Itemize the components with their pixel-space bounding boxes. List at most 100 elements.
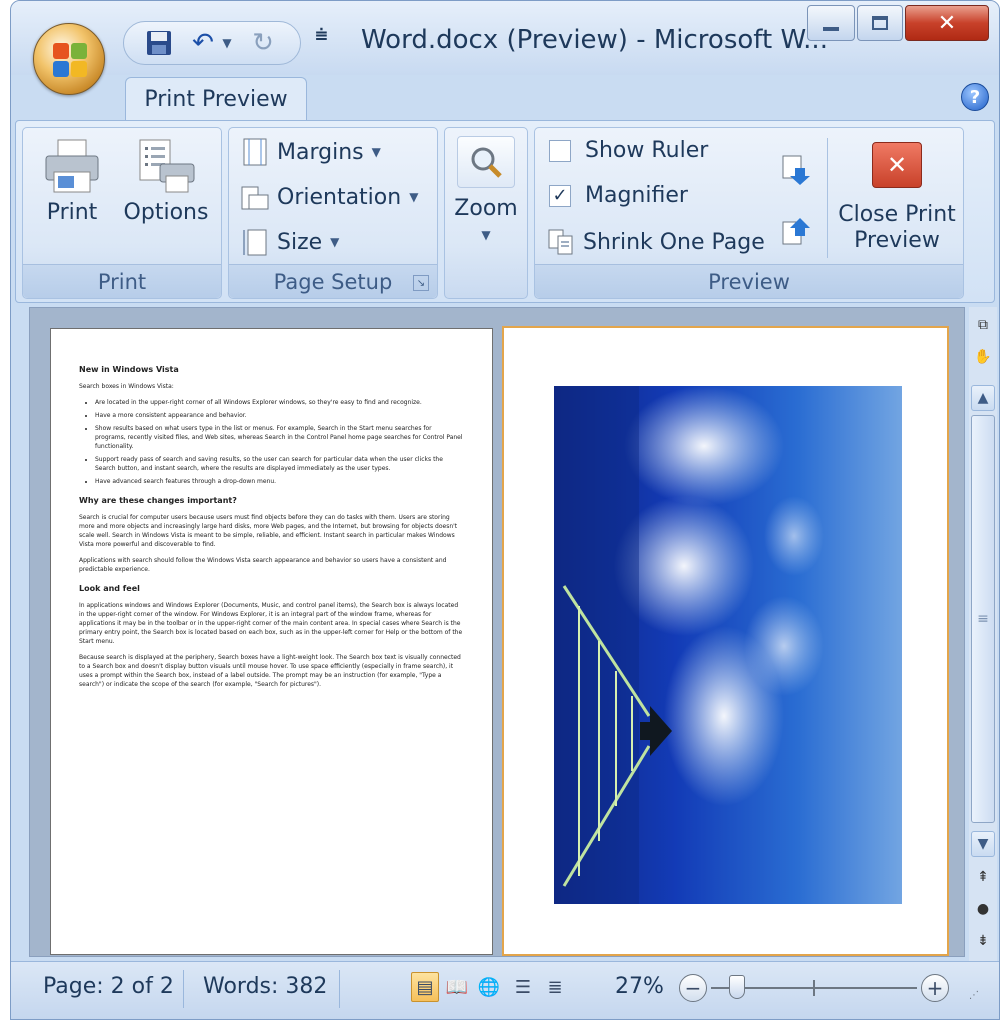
restore-icon (872, 16, 888, 30)
select-browse-object-icon[interactable]: ● (971, 897, 995, 921)
redo-icon[interactable]: ↻ (248, 28, 278, 58)
close-window-button[interactable]: ✕ (905, 5, 989, 41)
page-intro: Search boxes in Windows Vista: (79, 383, 174, 390)
status-bar: Page: 2 of 2 Words: 382 ▤ 📖 🌐 ☰ ≣ 27% − … (11, 961, 999, 1019)
shrink-label: Shrink One Page (583, 229, 765, 255)
list-item: Support ready pass of search and saving … (95, 455, 464, 473)
status-separator (339, 970, 340, 1008)
help-icon[interactable]: ? (961, 83, 989, 111)
shrink-one-page-button[interactable]: Shrink One Page (547, 228, 765, 256)
resize-grip-icon[interactable]: ⋰ (969, 990, 987, 1008)
magnifier-checkbox[interactable]: ✓ Magnifier (549, 183, 688, 208)
minimize-button[interactable] (807, 5, 855, 41)
margins-dropdown-icon: ▼ (371, 145, 381, 159)
next-page-icon (782, 155, 810, 185)
document-page-2[interactable] (502, 326, 949, 956)
office-button[interactable] (33, 23, 105, 95)
word-count[interactable]: Words: 382 (203, 974, 327, 999)
pier-sky-image (554, 386, 902, 904)
document-page-1[interactable]: New in Windows Vista Search boxes in Win… (50, 328, 493, 955)
ribbon-tab-row: Print Preview ? (11, 75, 999, 121)
page-heading: New in Windows Vista (79, 365, 179, 374)
group-zoom: Zoom ▼ (444, 127, 528, 299)
print-options-icon (139, 139, 195, 193)
margins-button[interactable]: Margins ▼ (241, 138, 381, 166)
outline-view-icon[interactable]: ☰ (509, 972, 537, 1002)
scroll-up-icon[interactable]: ▲ (971, 385, 995, 411)
group-label-preview: Preview (535, 264, 963, 298)
group-label-page-setup: Page Setup (229, 264, 437, 298)
undo-icon[interactable]: ↶ (188, 28, 218, 58)
previous-page-nav-icon[interactable]: ⇞ (971, 865, 995, 889)
print-layout-view-icon[interactable]: ▤ (411, 972, 439, 1002)
page-setup-dialog-launcher-icon[interactable]: ↘ (413, 275, 429, 291)
zoom-magnifier-icon (457, 136, 515, 188)
tab-print-preview[interactable]: Print Preview (125, 77, 307, 121)
close-print-preview-button[interactable]: ✕ Close Print Preview (835, 142, 959, 254)
zoom-out-button[interactable]: − (679, 974, 707, 1002)
page-setup-label: Page Setup (273, 269, 393, 294)
close-icon: ✕ (937, 10, 957, 36)
quick-access-toolbar: ↶ ▼ ↻ (123, 21, 301, 65)
full-screen-reading-icon[interactable]: 📖 (443, 972, 471, 1002)
office-logo-icon (53, 43, 87, 77)
preview-area[interactable]: New in Windows Vista Search boxes in Win… (29, 307, 965, 957)
group-preview: Show Ruler ✓ Magnifier Shrink One Page ✕… (534, 127, 964, 299)
margins-icon (241, 138, 269, 166)
orientation-icon (241, 183, 269, 211)
list-item: Have advanced search features through a … (95, 477, 464, 486)
page-image (554, 386, 902, 904)
undo-dropdown-icon[interactable]: ▼ (220, 28, 234, 58)
bullet-list: Are located in the upper-right corner of… (95, 398, 464, 486)
previous-page-icon (782, 218, 810, 245)
zoom-slider-thumb[interactable] (729, 975, 745, 999)
show-ruler-check-icon (549, 139, 571, 162)
size-button[interactable]: Size ▼ (241, 228, 339, 256)
one-page-view-icon[interactable]: ⧉ (971, 313, 995, 337)
scroll-thumb[interactable]: ≡ (971, 415, 995, 823)
save-icon[interactable] (144, 28, 174, 58)
options-button[interactable]: Options (121, 138, 211, 226)
zoom-level[interactable]: 27% (615, 974, 664, 999)
vertical-scrollbar[interactable]: ⧉ ✋ ▲ ≡ ▼ ⇞ ● ⇟ (969, 307, 997, 961)
title-bar: ↶ ▼ ↻ ⩧ Word.docx (Preview) - Microsoft … (11, 1, 999, 95)
draft-view-icon[interactable]: ≣ (541, 972, 569, 1002)
next-page-button[interactable] (781, 154, 811, 186)
web-layout-icon[interactable]: 🌐 (475, 972, 503, 1002)
next-page-nav-icon[interactable]: ⇟ (971, 929, 995, 953)
preview-separator (827, 138, 828, 258)
zoom-in-button[interactable]: + (921, 974, 949, 1002)
section-heading: Why are these changes important? (79, 496, 237, 505)
magnifier-label: Magnifier (585, 183, 688, 208)
show-ruler-checkbox[interactable]: Show Ruler (549, 138, 708, 163)
customize-qat-icon[interactable]: ⩧ (315, 23, 328, 48)
size-label: Size (277, 229, 323, 255)
group-label-print: Print (23, 264, 221, 298)
show-ruler-label: Show Ruler (585, 138, 709, 163)
ribbon: Print Options Print Margins ▼ Orientatio… (15, 120, 995, 303)
close-preview-label-line1: Close Print (838, 202, 956, 227)
magnifier-check-icon: ✓ (549, 184, 571, 207)
list-item: Are located in the upper-right corner of… (95, 398, 464, 407)
list-item: Have a more consistent appearance and be… (95, 411, 464, 420)
window-title: Word.docx (Preview) - Microsoft W... (361, 25, 828, 55)
orientation-label: Orientation (277, 184, 402, 210)
paragraph: In applications windows and Windows Expl… (79, 602, 463, 645)
close-preview-label-line2: Preview (854, 228, 940, 253)
orientation-dropdown-icon: ▼ (409, 190, 419, 204)
orientation-button[interactable]: Orientation ▼ (241, 183, 418, 211)
zoom-dropdown-icon: ▼ (481, 228, 491, 242)
section-heading: Look and feel (79, 584, 140, 593)
zoom-button[interactable]: Zoom ▼ (451, 136, 521, 248)
hand-icon[interactable]: ✋ (971, 345, 995, 369)
size-dropdown-icon: ▼ (330, 235, 340, 249)
plus-icon: + (926, 976, 944, 1000)
size-icon (241, 228, 269, 256)
page-count[interactable]: Page: 2 of 2 (43, 974, 174, 999)
restore-button[interactable] (857, 5, 903, 41)
margins-label: Margins (277, 139, 364, 165)
print-button[interactable]: Print (37, 138, 107, 226)
paragraph: Applications with search should follow t… (79, 557, 447, 573)
scroll-down-icon[interactable]: ▼ (971, 831, 995, 857)
previous-page-button[interactable] (781, 214, 811, 246)
